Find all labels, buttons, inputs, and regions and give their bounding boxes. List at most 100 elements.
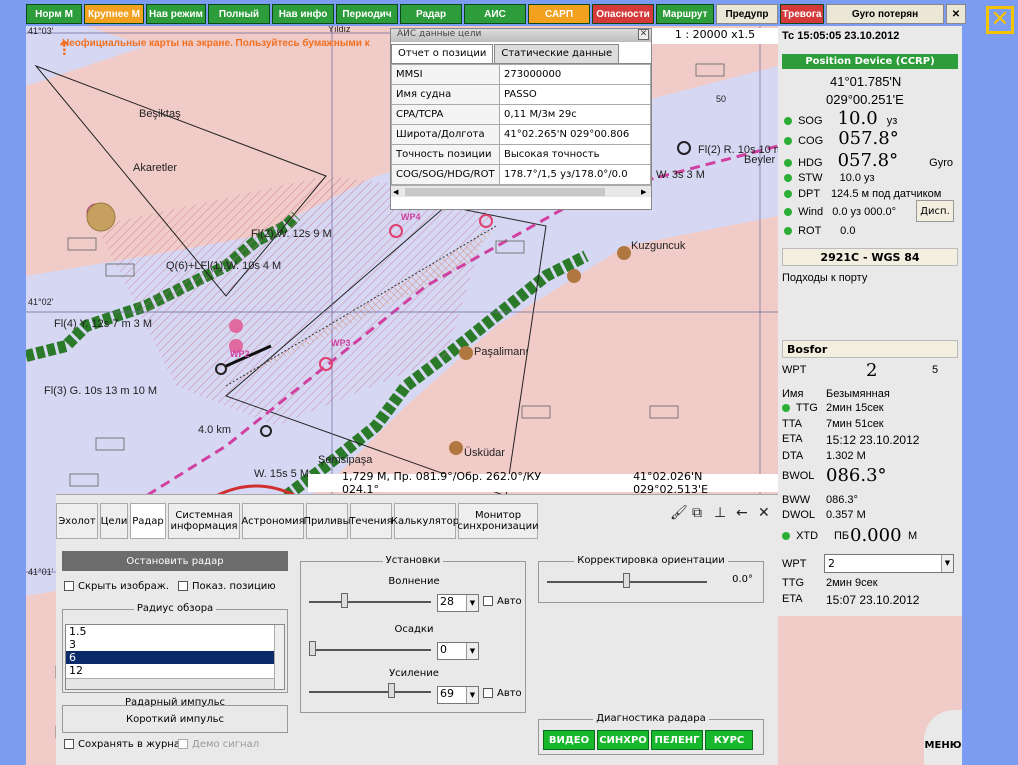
display-button[interactable]: Дисп. [916,200,954,222]
stop-radar-button[interactable]: Остановить радар [62,551,288,571]
tab-bottom-6[interactable]: Течения [349,503,393,539]
scroll-right-icon[interactable]: ▶ [641,188,649,196]
save-log-checkbox[interactable]: Сохранять в журнал [64,739,186,750]
show-position-checkbox[interactable]: Показ. позицию [178,581,276,592]
list-item[interactable]: 1.5 [66,625,284,638]
ais-horizontal-scrollbar[interactable]: ◀ ▶ [391,185,651,197]
ais-field-label: CPA/TCPA [391,104,500,125]
ais-row: Точность позиции Высокая точность [391,144,651,165]
rain-spinbox[interactable]: 0 ▼ [437,642,479,660]
wave-auto-checkbox[interactable]: Авто [483,596,522,607]
wave-slider[interactable] [309,592,431,608]
position-device-button[interactable]: Position Device (CCRP) [782,54,958,69]
toolbar-button-9[interactable]: Опасности [592,4,654,24]
scroll-left-icon[interactable]: ◀ [393,188,401,196]
gain-spinbox[interactable]: 69 ▼ [437,686,479,704]
gain-auto-check-icon[interactable] [483,688,493,698]
rain-chevron-down-icon[interactable]: ▼ [466,643,478,659]
save-log-check-icon[interactable] [64,739,74,749]
toolbar-button-0[interactable]: Норм М [26,4,82,24]
range-title: Радиус обзора [133,603,217,614]
gain-slider[interactable] [309,682,431,698]
toolbar-button-14[interactable]: ✕ [946,4,966,24]
toolbar-button-2[interactable]: Нав режим [146,4,206,24]
xtd-status-icon [782,532,790,541]
ais-window-titlebar[interactable]: АИС данные цели ✕ [391,29,651,42]
ais-close-icon[interactable]: ✕ [638,29,649,40]
tab-bottom-5[interactable]: Приливы [303,503,351,539]
brush-icon[interactable]: 🖌 [670,505,688,521]
back-arrow-icon[interactable]: ← [736,505,748,521]
rot-value: 0.0 [840,225,856,237]
list-item[interactable]: 6 [66,651,284,664]
toolbar-button-1[interactable]: Крупнее М [84,4,144,24]
scroll-thumb[interactable] [405,188,605,196]
pulse-value[interactable]: Короткий импульс [62,705,288,733]
toolbar-button-4[interactable]: Нав инфо [272,4,334,24]
toolbar-button-13[interactable]: Gyro потерян [826,4,944,24]
rain-slider[interactable] [309,640,431,656]
tab-position-report[interactable]: Отчет о позиции [391,44,494,63]
wave-slider-thumb[interactable] [340,593,348,608]
tab-static-data[interactable]: Статические данные [494,44,620,63]
dpt-row: DPT 124.5 м под датчиком [784,188,968,200]
unofficial-chart-warning: Неофициальные карты на экране. Пользуйте… [62,38,370,49]
toolbar-button-8[interactable]: САРП [528,4,590,24]
chevron-down-icon[interactable]: ▼ [941,555,953,572]
tab-bottom-1[interactable]: Цели [100,503,128,539]
demo-check-icon[interactable] [178,739,188,749]
xtd-row: XTD ПБ 0.000 М [782,525,966,546]
list-item[interactable]: 12 [66,664,284,677]
close-window-icon[interactable]: ✕ [986,6,1014,34]
range-hscrollbar[interactable] [66,678,274,689]
range-scrollbar[interactable] [274,625,284,689]
list-item[interactable]: 3 [66,638,284,651]
diagnostics-button-3[interactable]: КУРС [705,730,753,750]
route-name[interactable]: Bosfor [782,340,958,358]
tab-bottom-8[interactable]: Монитор синхронизации [457,503,539,539]
pin-icon[interactable]: ⊥ [714,505,726,521]
wpt-select[interactable]: 2 ▼ [824,554,954,573]
wave-chevron-down-icon[interactable]: ▼ [466,595,478,611]
toolbar-button-7[interactable]: АИС [464,4,526,24]
hide-image-check-icon[interactable] [64,581,74,591]
tab-bottom-0[interactable]: Эхолот [56,503,98,539]
wave-auto-check-icon[interactable] [483,596,493,606]
time-label: Тс [782,30,795,42]
orientation-slider[interactable] [547,572,707,588]
toolbar-button-6[interactable]: Радар [400,4,462,24]
demo-checkbox[interactable]: Демо сигнал [178,739,259,750]
dwol-value: 0.357 М [826,509,866,521]
chart-scale[interactable]: 1 : 20000 x1.5 [652,28,778,44]
ttg2-row: TTG 2мин 9сек [782,577,966,589]
orientation-value: 0.0° [732,574,753,585]
rain-slider-thumb[interactable] [309,641,316,656]
diagnostics-button-0[interactable]: ВИДЕО [543,730,595,750]
toolbar-button-10[interactable]: Маршрут [656,4,714,24]
gain-chevron-down-icon[interactable]: ▼ [466,687,478,703]
wpt-value: 2 [866,360,878,381]
tab-bottom-4[interactable]: Астрономия [241,503,305,539]
tab-bottom-7[interactable]: Калькулятор [391,503,459,539]
show-position-check-icon[interactable] [178,581,188,591]
wave-spinbox[interactable]: 28 ▼ [437,594,479,612]
restore-window-icon[interactable]: ⧉ [692,505,702,521]
diagnostics-button-2[interactable]: ПЕЛЕНГ [651,730,703,750]
tab-bottom-3[interactable]: Системная информация [168,503,240,539]
orientation-slider-thumb[interactable] [623,573,630,588]
toolbar-button-11[interactable]: Предупр [716,4,778,24]
toolbar-button-12[interactable]: Тревога [780,4,824,24]
toolbar-button-5[interactable]: Периодич [336,4,398,24]
gain-auto-checkbox[interactable]: Авто [483,688,522,699]
latitude: 41°01.785'N [830,74,902,89]
close-panel-icon[interactable]: ✕ [758,505,770,521]
chart-datum[interactable]: 2921C - WGS 84 [782,248,958,266]
hide-image-checkbox[interactable]: Скрыть изображ. [64,581,169,592]
chart-description: Подходы к порту [782,272,868,284]
wind-label: Wind [798,206,824,218]
diagnostics-button-1[interactable]: СИНХРО [597,730,649,750]
gain-slider-thumb[interactable] [387,683,395,698]
tab-bottom-2[interactable]: Радар [130,503,166,539]
range-list[interactable]: 1.5 3 6 12 [65,624,285,690]
toolbar-button-3[interactable]: Полный [208,4,270,24]
